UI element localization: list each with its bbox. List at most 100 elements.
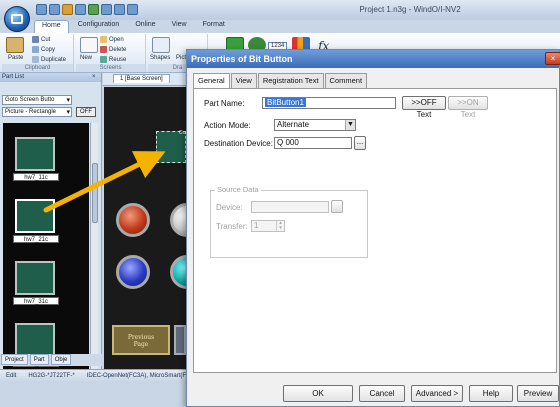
tab-base-screen[interactable]: 1 [Base Screen] (113, 74, 170, 83)
ok-button[interactable]: OK (283, 385, 353, 402)
action-mode-label: Action Mode: (204, 121, 251, 130)
paste-button[interactable]: Paste (8, 55, 23, 61)
dropdown-arrow-icon[interactable]: ▼ (345, 120, 355, 130)
part-tile-label: hw7_11c (13, 173, 59, 181)
scrollbar-thumb[interactable] (92, 163, 98, 223)
tab-online[interactable]: Online (128, 20, 162, 33)
transfer-field[interactable]: 1 ▴ ▾ (251, 220, 285, 232)
part-category-select[interactable]: Goto Screen Butto (2, 95, 72, 105)
duplicate-icon (32, 56, 39, 63)
ribbon-tabs: Home Configuration Online View Format (34, 20, 232, 33)
part-tile[interactable] (15, 137, 55, 171)
reuse-icon (100, 56, 107, 63)
copy-button[interactable]: Copy (32, 46, 55, 53)
tab-general[interactable]: General (193, 73, 230, 89)
download-icon[interactable] (101, 4, 112, 15)
tab-home[interactable]: Home (34, 20, 69, 33)
properties-dialog: Properties of Bit Button × General View … (186, 49, 560, 407)
open-file-icon[interactable] (49, 4, 60, 15)
duplicate-button[interactable]: Duplicate (32, 56, 66, 63)
placed-bit-button[interactable]: Comm (156, 130, 194, 163)
picture-button[interactable]: Pict (176, 55, 186, 61)
spinner-icon[interactable]: ▴ ▾ (276, 221, 284, 231)
previous-page-button[interactable]: Previous Page (112, 325, 170, 355)
tab-object[interactable]: Obje (50, 354, 72, 365)
source-device-field[interactable] (251, 201, 329, 213)
part-tile[interactable] (15, 261, 55, 295)
destination-device-label: Destination Device: (204, 139, 273, 148)
part-type-select[interactable]: Picture - Rectangle (2, 107, 72, 117)
app-logo-icon (11, 14, 23, 24)
tab-registration-text[interactable]: Registration Text (257, 73, 324, 88)
save-icon[interactable] (36, 4, 47, 15)
reuse-screen-button[interactable]: Reuse (100, 56, 126, 63)
source-data-legend: Source Data (215, 185, 261, 194)
part-list-canvas: hw7_11c hw7_21c hw7_31c hw7_01c (3, 123, 89, 369)
blue-pushbutton[interactable] (116, 255, 150, 289)
advanced-button[interactable]: Advanced > (411, 385, 463, 402)
dialog-tabs: General View Registration Text Comment (193, 73, 368, 89)
help-button[interactable]: Help (469, 385, 513, 402)
folder-icon[interactable] (62, 4, 73, 15)
clipboard-group-label: Clipboard (2, 64, 73, 72)
source-device-browse-button[interactable] (331, 200, 343, 213)
red-pushbutton[interactable] (116, 203, 150, 237)
cancel-button[interactable]: Cancel (359, 385, 405, 402)
transfer-label: Transfer: (216, 222, 248, 231)
tab-comment[interactable]: Comment (324, 73, 368, 88)
undo-icon[interactable] (75, 4, 86, 15)
cut-button[interactable]: Cut (32, 36, 50, 43)
new-screen-button[interactable]: New (80, 55, 92, 61)
simulate-icon[interactable] (127, 4, 138, 15)
shapes-button[interactable]: Shapes (150, 55, 170, 61)
paste-icon[interactable] (6, 37, 24, 53)
device-label: Device: (216, 203, 243, 212)
part-list-panel: Part List× Goto Screen Butto Picture - R… (0, 73, 102, 369)
tab-configuration[interactable]: Configuration (71, 20, 127, 33)
redo-icon[interactable] (88, 4, 99, 15)
screens-group-label: Screens (76, 64, 145, 72)
quick-access-toolbar (36, 4, 138, 15)
off-text-button[interactable]: >>OFF Text (402, 96, 446, 119)
screens-group: New Open Delete Reuse Screens (76, 34, 146, 72)
tab-view[interactable]: View (230, 73, 257, 88)
panel-tabs: Project Part Obje (0, 354, 102, 366)
part-list-scrollbar[interactable] (90, 123, 98, 369)
part-name-field[interactable]: BitButton1 (262, 97, 396, 109)
part-tile-selected[interactable] (15, 199, 55, 233)
new-screen-icon[interactable] (80, 37, 98, 53)
tab-project[interactable]: Project (1, 354, 28, 365)
on-text-button[interactable]: >>ON Text (448, 96, 488, 119)
next-page-button[interactable] (174, 325, 186, 355)
part-tile[interactable] (15, 323, 55, 357)
open-screen-button[interactable]: Open (100, 36, 124, 43)
shapes-icon[interactable] (152, 37, 170, 53)
delete-screen-button[interactable]: Delete (100, 46, 126, 53)
open-icon (100, 36, 107, 43)
tab-view[interactable]: View (165, 20, 194, 33)
upload-icon[interactable] (114, 4, 125, 15)
dialog-footer: OK Cancel Advanced > Help Preview (187, 380, 559, 406)
title-bar: Project 1.n3g - WindO/I-NV2 (0, 0, 560, 20)
part-state-button[interactable]: OFF (76, 107, 96, 117)
part-list-close-icon[interactable]: × (92, 73, 96, 82)
device-browse-button[interactable]: ... (354, 136, 366, 150)
destination-device-field[interactable]: Q 000 (274, 137, 352, 149)
preview-button[interactable]: Preview (517, 385, 559, 402)
part-list-header: Part List × (0, 73, 101, 82)
clipboard-group: Paste Cut Copy Duplicate Clipboard (2, 34, 74, 72)
status-model: HG2G-*JT22TF-* (28, 373, 75, 379)
copy-icon (32, 46, 39, 53)
cut-icon (32, 36, 39, 43)
dialog-close-icon[interactable]: × (545, 52, 560, 65)
action-mode-select[interactable]: Alternate ▼ (274, 119, 356, 131)
tab-format[interactable]: Format (196, 20, 232, 33)
part-tile-label: hw7_31c (13, 297, 59, 305)
general-panel: Part Name: BitButton1 >>OFF Text >>ON Te… (193, 88, 557, 373)
application-menu-button[interactable] (4, 6, 30, 32)
source-data-group: Source Data Device: Transfer: 1 ▴ ▾ (210, 185, 368, 258)
window-title: Project 1.n3g - WindO/I-NV2 (359, 5, 461, 14)
part-tile-label: hw7_21c (13, 235, 59, 243)
tab-part[interactable]: Part (29, 354, 49, 365)
part-name-label: Part Name: (204, 99, 245, 108)
